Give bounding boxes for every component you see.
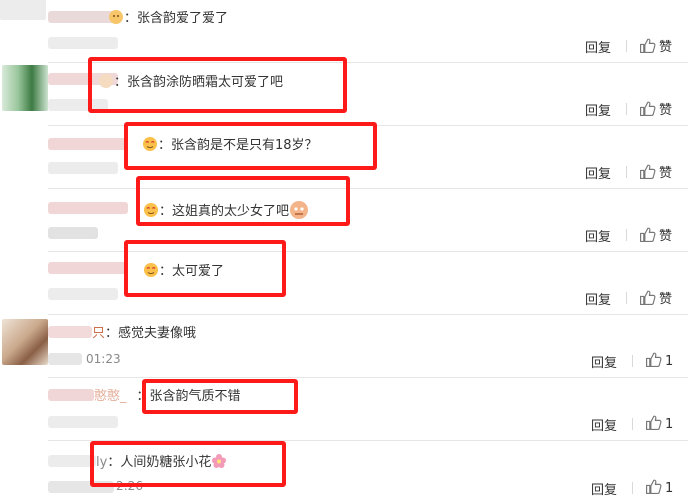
timestamp: 2:26: [116, 479, 143, 493]
comment-body: ：这姐真的太少女了吧: [143, 200, 309, 221]
comment-list: ：张含韵爱了爱了 回复 赞 ：张含韵涂防晒霜太可爱了吧 回复 赞 ：张含韵是不是…: [0, 0, 688, 503]
thumbs-up-icon: [646, 352, 662, 367]
thumbs-up-icon: [640, 38, 656, 53]
emoji-icon: [142, 136, 158, 152]
timestamp-blurred: [48, 481, 114, 493]
divider: [632, 355, 633, 367]
thumbs-up-icon: [640, 164, 656, 179]
like-count: 1: [665, 417, 674, 432]
comment-text: 张含韵是不是只有18岁？: [171, 138, 318, 153]
divider: [626, 40, 627, 52]
comment-body: 只：感觉夫妻像哦: [48, 325, 196, 343]
like-count: 1: [665, 354, 674, 369]
divider: [626, 103, 627, 115]
like-button[interactable]: 1: [645, 478, 673, 496]
thumbs-up-icon: [640, 290, 656, 305]
comment-item: ：张含韵爱了爱了 回复 赞: [0, 0, 688, 62]
comment-body: 憨憨_ ：张含韵气质不错: [48, 388, 241, 406]
like-button[interactable]: 1: [645, 414, 673, 432]
username-blurred: [48, 262, 128, 274]
comment-item: 憨憨_ ：张含韵气质不错 回复 1: [0, 378, 688, 440]
username-blurred: [48, 202, 128, 214]
divider: [632, 482, 633, 494]
username: 憨憨_: [94, 389, 127, 404]
comment-text: 张含韵爱了爱了: [137, 11, 229, 26]
comment-text: 这姐真的太少女了吧: [172, 204, 290, 219]
like-button[interactable]: 赞: [639, 225, 672, 244]
comment-body: ：张含韵爱了爱了: [108, 9, 228, 28]
thumbs-up-icon: [640, 101, 656, 116]
emoji-icon: [143, 262, 159, 278]
avatar: [2, 65, 48, 111]
divider: [626, 292, 627, 304]
username: ly: [96, 455, 108, 470]
reply-button[interactable]: 回复: [585, 37, 611, 56]
comment-item: ：太可爱了 回复 赞: [0, 252, 688, 314]
emoji-icon: [98, 73, 114, 89]
like-button[interactable]: 赞: [639, 36, 672, 55]
divider: [626, 229, 627, 241]
flower-icon: [211, 453, 227, 469]
comment-body: ly：人间奶糖张小花: [48, 453, 227, 472]
comment-text: 张含韵气质不错: [149, 389, 241, 404]
comment-item: ：这姐真的太少女了吧 回复 赞: [0, 189, 688, 251]
avatar: [2, 319, 48, 365]
reply-button[interactable]: 回复: [591, 352, 617, 371]
comment-item: ：张含韵涂防晒霜太可爱了吧 回复 赞: [0, 63, 688, 125]
timestamp: 01:23: [86, 352, 121, 366]
reply-button[interactable]: 回复: [591, 415, 617, 434]
timestamp-blurred: [48, 353, 82, 365]
reply-button[interactable]: 回复: [585, 163, 611, 182]
reply-button[interactable]: 回复: [585, 289, 611, 308]
divider: [632, 418, 633, 430]
divider: [626, 166, 627, 178]
thumbs-up-icon: [646, 479, 662, 494]
username: 只: [92, 326, 106, 341]
like-button[interactable]: 赞: [639, 288, 672, 307]
timestamp-blurred: [48, 288, 118, 300]
reply-button[interactable]: 回复: [585, 226, 611, 245]
emoji-icon: [289, 200, 309, 220]
reply-button[interactable]: 回复: [585, 100, 611, 119]
comment-item: 只：感觉夫妻像哦 01:23 回复 1: [0, 315, 688, 377]
thumbs-up-icon: [640, 227, 656, 242]
emoji-icon: [143, 202, 159, 218]
timestamp-blurred: [48, 99, 108, 111]
timestamp-blurred: [48, 416, 118, 428]
comment-item: ：张含韵是不是只有18岁？ 回复 赞: [0, 126, 688, 188]
emoji-icon: [108, 9, 124, 25]
timestamp-blurred: [48, 162, 118, 174]
comment-text: 张含韵涂防晒霜太可爱了吧: [127, 75, 284, 90]
username-blurred: [48, 326, 92, 338]
comment-item: ly：人间奶糖张小花 2:26 回复 1: [0, 441, 688, 503]
like-button[interactable]: 赞: [639, 99, 672, 118]
reply-button[interactable]: 回复: [591, 479, 617, 498]
comment-body: ：太可爱了: [143, 262, 224, 281]
timestamp-blurred: [48, 227, 98, 239]
username-blurred: [48, 455, 96, 467]
thumbs-up-icon: [646, 415, 662, 430]
comment-text: 感觉夫妻像哦: [118, 326, 197, 341]
username-blurred: [48, 138, 128, 150]
comment-body: ：张含韵涂防晒霜太可爱了吧: [98, 73, 283, 92]
like-button[interactable]: 赞: [639, 162, 672, 181]
comment-body: ：张含韵是不是只有18岁？: [142, 136, 318, 155]
comment-text: 人间奶糖张小花: [120, 455, 212, 470]
timestamp-blurred: [48, 37, 118, 49]
avatar: [0, 0, 46, 20]
username-blurred: [48, 389, 94, 401]
like-button[interactable]: 1: [645, 351, 673, 369]
comment-text: 太可爱了: [172, 264, 225, 279]
like-count: 1: [665, 481, 674, 496]
